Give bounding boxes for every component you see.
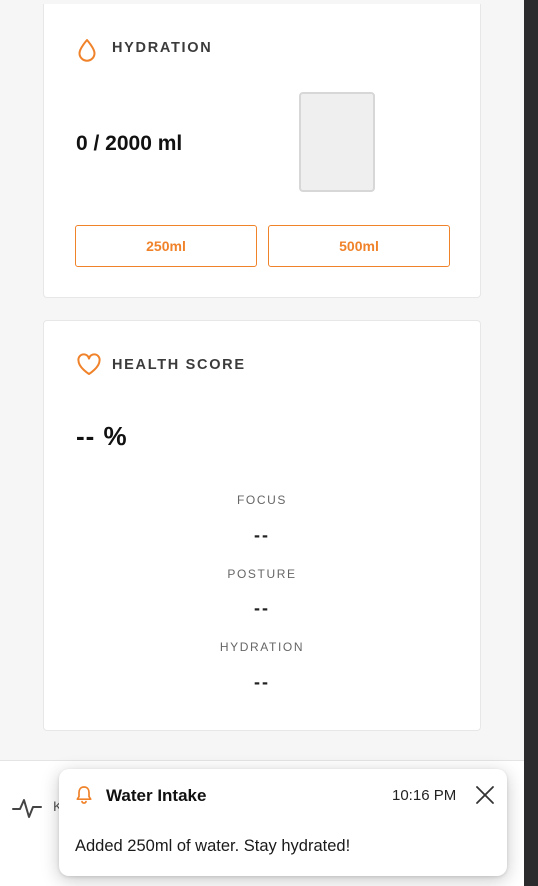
health-score-value: -- %	[76, 421, 128, 451]
activity-icon	[12, 799, 42, 818]
hydration-title: HYDRATION	[112, 40, 213, 56]
hydration-value: 0 / 2000 ml	[76, 132, 183, 155]
heart-icon	[77, 353, 101, 375]
notification-title: Water Intake	[106, 786, 207, 805]
water-glass	[299, 92, 375, 192]
health-score-title: HEALTH SCORE	[112, 357, 246, 373]
metric-label-posture: POSTURE	[227, 567, 297, 581]
notification-toast[interactable]: Water Intake 10:16 PM Added 250ml of wat…	[59, 769, 507, 876]
app-window: HYDRATION 0 / 2000 ml 250ml 500ml HEALTH…	[0, 0, 538, 886]
metric-value-hydration: --	[254, 672, 270, 692]
window-edge	[524, 0, 538, 886]
add-250ml-button[interactable]: 250ml	[75, 225, 257, 267]
close-icon[interactable]	[473, 783, 497, 807]
metric-label-focus: FOCUS	[237, 493, 287, 507]
notification-time: 10:16 PM	[392, 787, 457, 804]
bell-icon	[76, 786, 92, 804]
health-score-card: HEALTH SCORE -- % FOCUS -- POSTURE -- HY…	[43, 320, 481, 731]
droplet-icon	[78, 39, 96, 62]
hydration-card: HYDRATION 0 / 2000 ml 250ml 500ml	[43, 4, 481, 298]
metric-value-posture: --	[254, 598, 270, 618]
metric-value-focus: --	[254, 525, 270, 545]
notification-message: Added 250ml of water. Stay hydrated!	[75, 837, 351, 855]
add-500ml-button[interactable]: 500ml	[268, 225, 450, 267]
metric-label-hydration: HYDRATION	[219, 640, 305, 654]
